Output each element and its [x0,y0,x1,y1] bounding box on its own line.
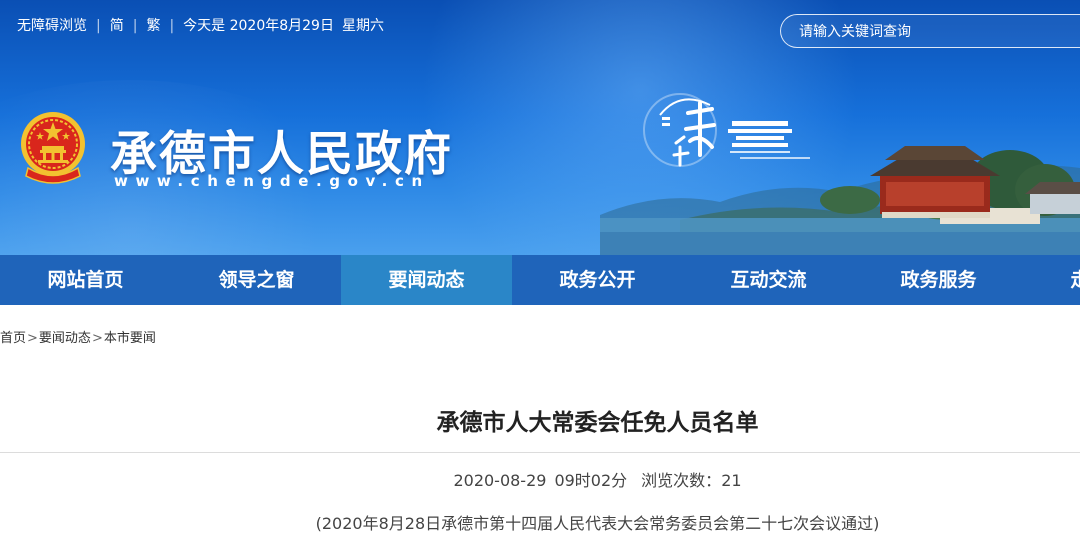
header-banner: 无障碍浏览|简|繁|今天是 2020年8月29日星期六 承德市人民政府 www.… [0,0,1080,255]
date-prefix: 今天是 [183,18,226,34]
nav-item-government-affairs[interactable]: 政务公开 [512,255,683,305]
breadcrumb-news[interactable]: 要闻动态 [39,331,91,346]
breadcrumb-separator: > [27,331,38,346]
views-label: 浏览次数： [641,471,722,490]
search-box [780,14,1080,48]
separator: | [96,18,101,34]
current-date: 2020年8月29日 [229,18,334,34]
site-url: www.chengde.gov.cn [114,172,430,190]
top-bar-links: 无障碍浏览 | 简 | 繁 | 今天是 2020年8月29日 星期六 [17,15,384,35]
title-divider [0,452,1080,453]
article-title: 承德市人大常委会任免人员名单 [436,410,759,436]
article-subtitle: (2020年8月28日承德市第十四届人民代表大会常务委员会第二十七次会议通过) [315,514,880,533]
nav-item-more[interactable]: 走 [1024,255,1080,305]
search-input[interactable] [799,21,1069,43]
current-weekday: 星期六 [341,18,384,34]
article-meta: 2020-08-29 09时02分 浏览次数：21 [0,467,1080,491]
publish-date: 2020-08-29 [453,471,547,490]
national-emblem-icon [21,112,85,184]
accessibility-link[interactable]: 无障碍浏览 [17,18,87,34]
nav-item-leadership[interactable]: 领导之窗 [171,255,342,305]
simplified-chinese-link[interactable]: 简 [110,18,124,34]
nav-item-home[interactable]: 网站首页 [0,255,171,305]
main-nav: 网站首页 领导之窗 要闻动态 政务公开 互动交流 政务服务 走 [0,255,1080,305]
breadcrumb-separator: > [91,331,103,346]
nav-item-news[interactable]: 要闻动态 [341,255,512,305]
breadcrumb-local-news[interactable]: 本市要闻 [104,331,156,346]
nav-item-interaction[interactable]: 互动交流 [683,255,854,305]
nav-item-services[interactable]: 政务服务 [853,255,1024,305]
traditional-chinese-link[interactable]: 繁 [146,18,160,34]
publish-time: 09时02分 [554,471,628,490]
separator: | [169,18,175,34]
separator: | [132,18,138,34]
views-count: 21 [721,471,742,490]
breadcrumb: 首页>要闻动态>本市要闻 [0,327,156,346]
scenery-image [600,146,1080,255]
breadcrumb-home[interactable]: 首页 [0,331,26,346]
top-bar: 无障碍浏览 | 简 | 繁 | 今天是 2020年8月29日 星期六 [0,0,1080,52]
